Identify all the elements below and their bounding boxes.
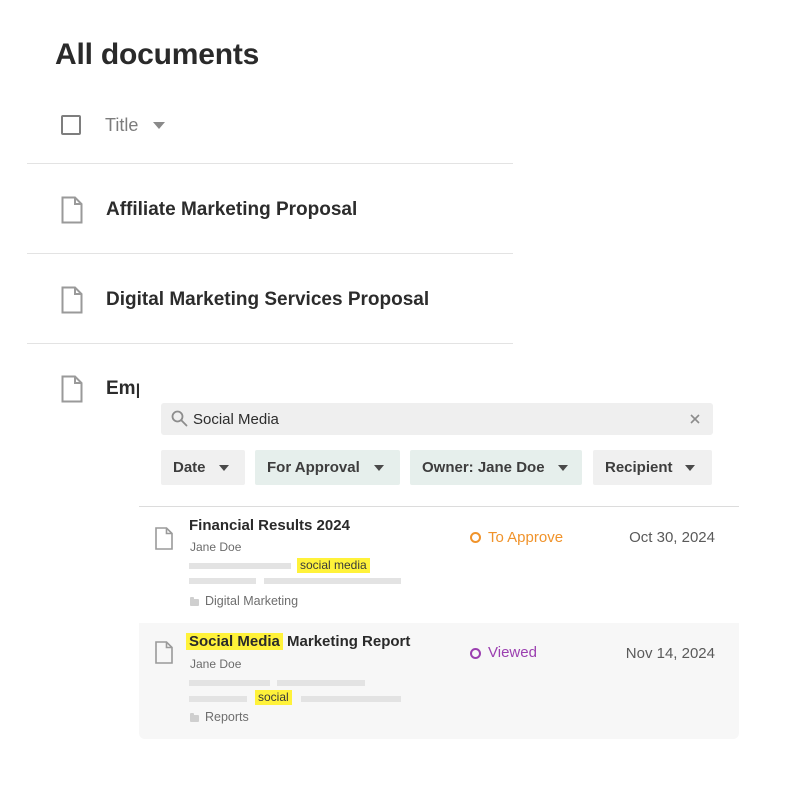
filter-owner[interactable]: Owner: Jane Doe — [410, 450, 582, 485]
page-title: All documents — [55, 38, 260, 71]
search-result[interactable]: Financial Results 2024 Jane Doe social m… — [139, 507, 739, 623]
result-date: Nov 14, 2024 — [625, 645, 715, 662]
snippet-placeholder — [189, 680, 270, 686]
select-all-checkbox[interactable] — [61, 115, 81, 135]
result-owner: Jane Doe — [190, 540, 242, 554]
result-folder[interactable]: Digital Marketing — [205, 594, 298, 608]
filter-label: Recipient — [605, 459, 673, 476]
filter-label: Owner: Jane Doe — [422, 459, 545, 476]
folder-icon — [190, 713, 199, 722]
chevron-down-icon — [374, 465, 384, 471]
document-icon — [155, 527, 173, 550]
title-highlight: Social Media — [186, 633, 283, 650]
snippet-placeholder — [189, 696, 247, 702]
snippet-highlight: social media — [297, 558, 370, 573]
list-header: Title — [27, 107, 513, 164]
search-icon — [171, 410, 188, 427]
chevron-down-icon — [558, 465, 568, 471]
document-title[interactable]: Digital Marketing Services Proposal — [106, 289, 429, 311]
filter-label: For Approval — [267, 459, 360, 476]
document-row[interactable]: Affiliate Marketing Proposal — [27, 164, 513, 254]
chevron-down-icon — [685, 465, 695, 471]
search-result[interactable]: Social Media Marketing Report Jane Doe s… — [139, 623, 739, 739]
title-text: Financial Results 2024 — [189, 517, 350, 534]
search-input[interactable] — [193, 403, 673, 435]
search-panel: Date For Approval Owner: Jane Doe Recipi… — [139, 372, 739, 740]
result-owner: Jane Doe — [190, 657, 242, 671]
status-dot-icon — [470, 648, 481, 659]
column-header-title[interactable]: Title — [105, 115, 138, 136]
search-box[interactable] — [161, 403, 713, 435]
result-folder[interactable]: Reports — [205, 710, 249, 724]
snippet-placeholder — [264, 578, 401, 584]
sort-caret-icon[interactable] — [153, 122, 165, 129]
title-text: Marketing Report — [282, 633, 411, 650]
document-icon — [155, 641, 173, 664]
document-row[interactable]: Digital Marketing Services Proposal — [27, 254, 513, 344]
document-icon — [61, 196, 83, 224]
chevron-down-icon — [219, 465, 229, 471]
status-label: To Approve — [488, 529, 564, 546]
filter-label: Date — [173, 459, 206, 476]
result-title[interactable]: Financial Results 2024 — [189, 517, 350, 534]
document-title[interactable]: Affiliate Marketing Proposal — [106, 199, 357, 221]
close-icon[interactable] — [688, 412, 702, 426]
result-date: Oct 30, 2024 — [629, 529, 715, 546]
filter-date[interactable]: Date — [161, 450, 245, 485]
snippet-placeholder — [277, 680, 365, 686]
snippet-placeholder — [189, 563, 291, 569]
snippet-placeholder — [301, 696, 401, 702]
snippet-placeholder — [189, 578, 256, 584]
filter-for-approval[interactable]: For Approval — [255, 450, 400, 485]
filter-recipient[interactable]: Recipient — [593, 450, 712, 485]
document-title[interactable]: Emp — [106, 378, 140, 400]
status-label: Viewed — [488, 644, 537, 661]
result-title[interactable]: Social Media Marketing Report — [186, 633, 410, 650]
document-icon — [61, 375, 83, 403]
status-dot-icon — [470, 532, 481, 543]
document-icon — [61, 286, 83, 314]
folder-icon — [190, 597, 199, 606]
snippet-highlight: social — [255, 690, 292, 705]
